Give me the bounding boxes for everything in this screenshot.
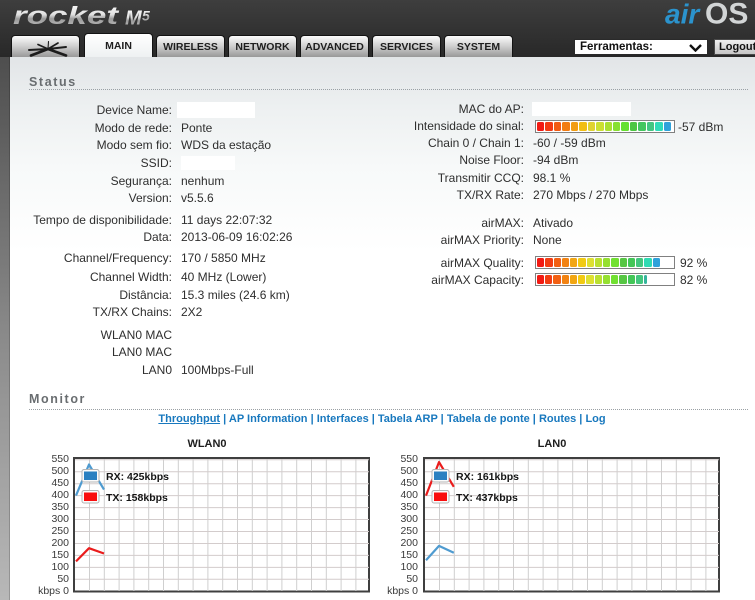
- svg-text:M: M: [125, 8, 143, 30]
- svg-text:OS: OS: [705, 0, 748, 30]
- svg-text:5: 5: [142, 8, 150, 24]
- svg-text:air: air: [665, 0, 701, 30]
- svg-text:RX: 161kbps: RX: 161kbps: [456, 471, 519, 483]
- svg-text:TX: 158kbps: TX: 158kbps: [106, 492, 168, 504]
- svg-text:rocket: rocket: [13, 3, 120, 29]
- svg-text:RX: 425kbps: RX: 425kbps: [106, 471, 169, 483]
- svg-text:TX: 437kbps: TX: 437kbps: [456, 492, 518, 504]
